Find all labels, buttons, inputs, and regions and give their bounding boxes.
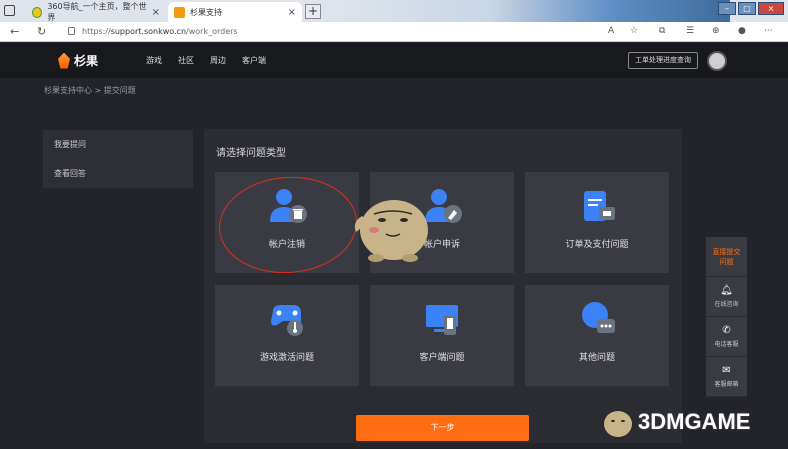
- url-scheme: https://: [82, 27, 111, 36]
- gamepad-key-icon: [269, 301, 305, 337]
- issue-card-game-activation[interactable]: 游戏激活问题: [215, 285, 359, 386]
- direct-submit-label: 直接提交问题: [712, 247, 741, 266]
- browser-tab-2[interactable]: 杉果支持 ×: [168, 2, 302, 22]
- nav-item-merch[interactable]: 周边: [210, 55, 226, 66]
- avatar[interactable]: [707, 51, 727, 71]
- desktop-background: [330, 0, 730, 22]
- read-aloud-icon[interactable]: A: [608, 26, 614, 36]
- address-bar: ← ↻ https://support.sonkwo.cn/work_order…: [0, 22, 788, 42]
- fb-label: 在线咨询: [714, 301, 739, 308]
- url-path: /work_orders: [186, 27, 238, 36]
- close-window-button[interactable]: ×: [758, 2, 784, 15]
- panel-title: 请选择问题类型: [216, 148, 286, 159]
- sidebar: 我要提问 查看回答: [43, 130, 193, 188]
- client-device-icon: [424, 301, 460, 337]
- back-icon[interactable]: ←: [10, 25, 19, 38]
- site-favicon-icon: [32, 6, 43, 18]
- ticket-status-button[interactable]: 工单处理进度查询: [628, 52, 698, 69]
- phone-service-button[interactable]: ✆ 电话客服: [706, 317, 747, 357]
- fb-label: 电话客服: [714, 341, 739, 348]
- nav-item-client[interactable]: 客户端: [242, 55, 266, 66]
- online-consult-button[interactable]: 🔔︎ 在线咨询: [706, 277, 747, 317]
- card-label: 客户端问题: [419, 353, 465, 363]
- sidebar-item-answers[interactable]: 查看回答: [43, 159, 193, 188]
- support-floatbar: 直接提交问题 🔔︎ 在线咨询 ✆ 电话客服 ✉ 客服邮箱: [706, 237, 747, 397]
- site-logo[interactable]: 杉果: [58, 52, 98, 69]
- watermark-text: 3DMGAME: [638, 409, 751, 434]
- next-step-button[interactable]: 下一步: [356, 415, 529, 441]
- browser-tab-1[interactable]: 360导航_一个主页，整个世界 ×: [26, 2, 166, 22]
- top-nav: 游戏 社区 周边 客户端: [146, 55, 266, 66]
- phone-icon: ✆: [722, 325, 731, 336]
- maximize-button[interactable]: □: [738, 2, 756, 15]
- issue-type-panel: 请选择问题类型 帐户注销 帐户申诉 订单及支付问题 游戏激活问题 客户端问题 其…: [204, 129, 682, 443]
- url-host: support.sonkwo.cn: [110, 27, 187, 36]
- issue-card-client[interactable]: 客户端问题: [370, 285, 514, 386]
- window-menu-icon[interactable]: [4, 5, 15, 16]
- profile-icon[interactable]: ●: [738, 26, 746, 36]
- browser-tab-bar: 360导航_一个主页，整个世界 × 杉果支持 × + – □ ×: [0, 0, 788, 22]
- issue-card-other[interactable]: 其他问题: [525, 285, 669, 386]
- mascot-illustration: [346, 186, 442, 266]
- watermark-mascot-icon: [604, 411, 632, 437]
- tab-title: 360导航_一个主页，整个世界: [47, 2, 147, 22]
- issue-card-order-payment[interactable]: 订单及支付问题: [525, 172, 669, 273]
- bell-icon: 🔔︎: [720, 285, 733, 296]
- nav-item-games[interactable]: 游戏: [146, 55, 162, 66]
- breadcrumb: 杉果支持中心 > 提交问题: [44, 86, 136, 95]
- mail-icon: ✉: [722, 365, 731, 376]
- card-label: 订单及支付问题: [565, 240, 629, 250]
- lock-icon[interactable]: [68, 27, 75, 35]
- nav-item-community[interactable]: 社区: [178, 55, 194, 66]
- extensions-icon[interactable]: ⧉: [659, 26, 665, 36]
- window-controls: – □ ×: [718, 2, 784, 15]
- new-tab-button[interactable]: +: [305, 4, 321, 19]
- card-label: 游戏激活问题: [259, 353, 314, 363]
- order-payment-icon: [579, 188, 615, 224]
- watermark: 3DMGAME: [600, 404, 750, 440]
- fb-label: 客服邮箱: [714, 381, 739, 388]
- more-menu-icon[interactable]: ···: [764, 26, 773, 36]
- tab-title: 杉果支持: [190, 7, 222, 17]
- reload-icon[interactable]: ↻: [37, 25, 46, 38]
- chat-bubble-icon: [579, 301, 615, 337]
- logo-mark-icon: [58, 52, 70, 69]
- sidebar-item-ask[interactable]: 我要提问: [43, 130, 193, 159]
- logo-text: 杉果: [74, 54, 99, 68]
- close-tab-icon[interactable]: ×: [152, 7, 160, 18]
- url-field[interactable]: https://support.sonkwo.cn/work_orders: [82, 27, 238, 36]
- site-favicon-icon: [174, 6, 185, 18]
- email-service-button[interactable]: ✉ 客服邮箱: [706, 357, 747, 397]
- site-header: 杉果 游戏 社区 周边 客户端 工单处理进度查询: [0, 43, 788, 78]
- favorites-star-icon[interactable]: ☆: [630, 26, 638, 36]
- card-label: 其他问题: [578, 353, 615, 363]
- favorites-list-icon[interactable]: ☰: [686, 26, 694, 36]
- minimize-button[interactable]: –: [718, 2, 736, 15]
- direct-submit-button[interactable]: 直接提交问题: [706, 237, 747, 277]
- close-tab-icon[interactable]: ×: [288, 7, 296, 18]
- collections-icon[interactable]: ⊕: [712, 26, 720, 36]
